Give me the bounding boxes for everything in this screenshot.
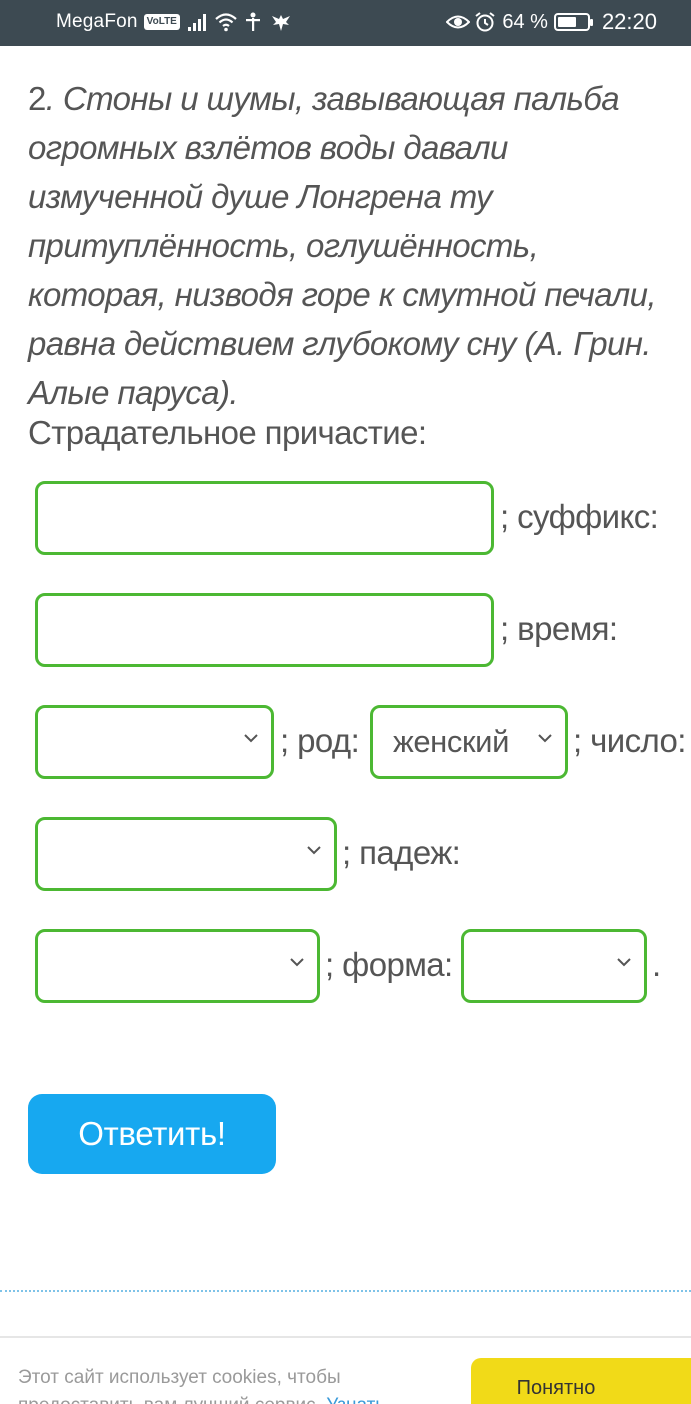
divider bbox=[0, 1290, 691, 1292]
cookie-accept-button[interactable]: Понятно bbox=[471, 1358, 691, 1404]
participle-input-box[interactable] bbox=[35, 481, 494, 555]
carrier-name: MegaFon bbox=[56, 11, 138, 32]
chevron-down-icon bbox=[616, 954, 632, 970]
eye-icon bbox=[445, 11, 471, 33]
clock: 22:20 bbox=[601, 9, 657, 34]
chevron-down-icon bbox=[306, 842, 322, 858]
question-body: . Стоны и шумы, завывающая пальба огромн… bbox=[28, 80, 657, 411]
battery-level-fill bbox=[557, 17, 576, 27]
eagle-icon bbox=[270, 11, 292, 33]
form-label: ; форма: bbox=[325, 946, 453, 983]
suffix-input[interactable] bbox=[38, 596, 491, 664]
status-left: MegaFon VoLTE bbox=[56, 11, 292, 33]
cookie-text: Этот сайт использует cookies, чтобы пред… bbox=[18, 1364, 438, 1404]
signal-icon bbox=[186, 11, 208, 33]
participle-label: Страдательное причастие: bbox=[28, 414, 427, 451]
suffix-input-box[interactable] bbox=[35, 593, 494, 667]
end-punctuation: . bbox=[652, 946, 661, 983]
question-text: 2. Стоны и шумы, завывающая пальба огром… bbox=[28, 74, 678, 417]
battery-percent: 64 % bbox=[502, 10, 548, 33]
question-number: 2 bbox=[28, 80, 46, 117]
number-select[interactable] bbox=[35, 817, 337, 891]
case-select[interactable] bbox=[35, 929, 320, 1003]
gender-select[interactable]: женский bbox=[370, 705, 568, 779]
answer-button[interactable]: Ответить! bbox=[28, 1094, 276, 1174]
alarm-icon bbox=[474, 11, 496, 33]
status-bar: MegaFon VoLTE 64 % 22:20 bbox=[0, 0, 691, 46]
status-right: 64 % 22:20 bbox=[445, 9, 657, 35]
battery-icon bbox=[553, 13, 593, 31]
chevron-down-icon bbox=[537, 730, 553, 746]
cookie-learn-more-link[interactable]: Узнать bbox=[326, 1395, 385, 1404]
volte-badge: VoLTE bbox=[143, 14, 180, 30]
chevron-down-icon bbox=[289, 954, 305, 970]
cookie-bar: Этот сайт использует cookies, чтобы пред… bbox=[0, 1336, 691, 1404]
gender-select-value: женский bbox=[393, 724, 509, 759]
wifi-icon bbox=[214, 11, 237, 33]
chevron-down-icon bbox=[243, 730, 259, 746]
antenna-person-icon bbox=[242, 11, 264, 33]
tense-label: ; время: bbox=[500, 610, 618, 647]
form-select[interactable] bbox=[461, 929, 647, 1003]
case-label: ; падеж: bbox=[342, 834, 461, 871]
participle-input[interactable] bbox=[38, 484, 491, 552]
tense-select[interactable] bbox=[35, 705, 274, 779]
suffix-label: ; суффикс: bbox=[500, 498, 659, 535]
number-label: ; число: bbox=[573, 722, 686, 759]
cookie-message: Этот сайт использует cookies, чтобы пред… bbox=[18, 1367, 341, 1404]
gender-label: ; род: bbox=[280, 722, 360, 759]
